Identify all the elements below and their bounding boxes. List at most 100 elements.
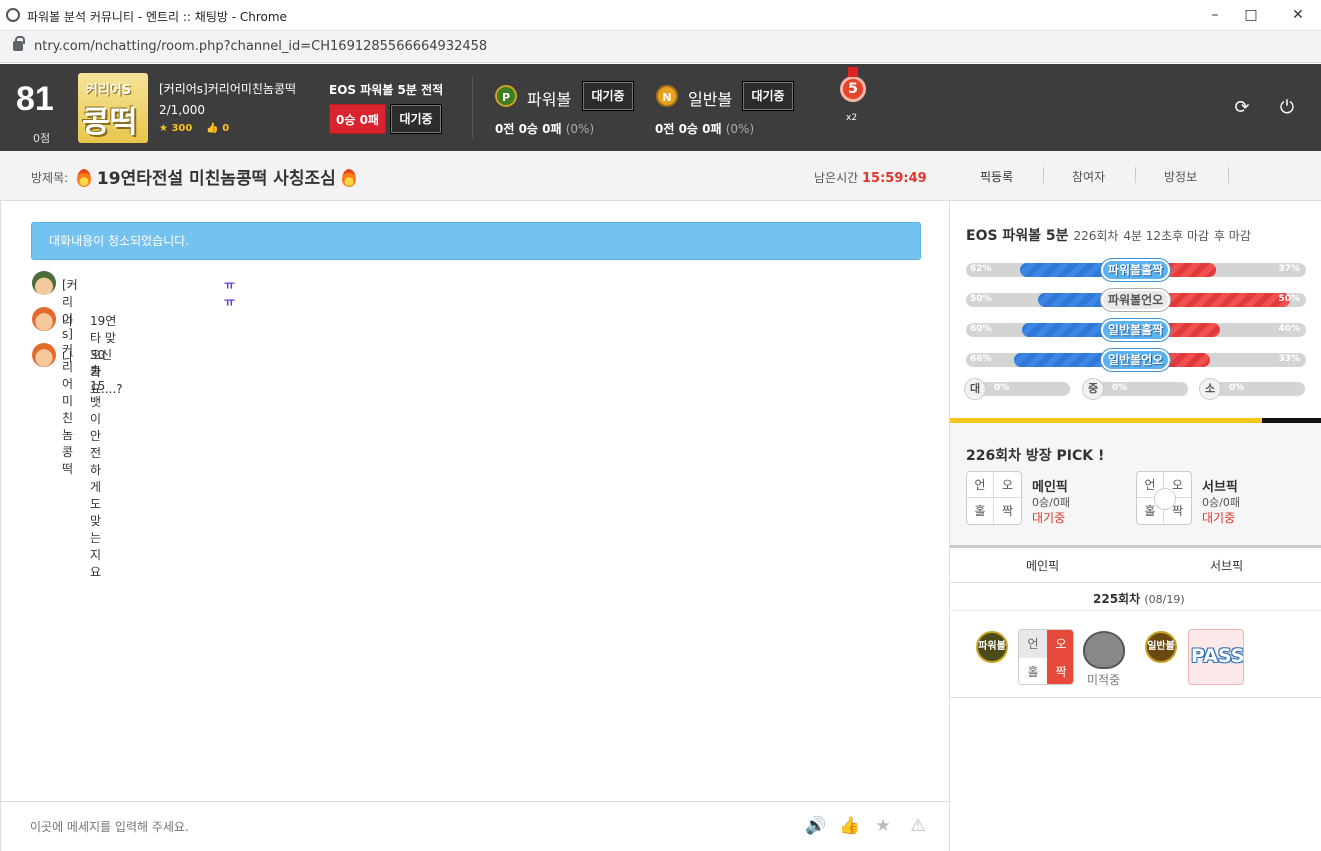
- pick-cell: 홀: [967, 498, 994, 524]
- eos-status-button[interactable]: 대기중: [390, 104, 442, 134]
- result-cell: 언: [1019, 630, 1047, 658]
- ratio-label: 파워볼언오: [1101, 289, 1171, 311]
- star-icon: ★: [159, 123, 168, 134]
- level-number: 81: [16, 80, 54, 118]
- game-title: EOS 파워볼 5분 226회차 4분 12초후 마감 후 마감: [966, 228, 1251, 244]
- ratio-right-pct: 50%: [1278, 294, 1300, 304]
- power-icon[interactable]: ⏻: [1276, 97, 1298, 119]
- result-cell: 홀: [1019, 658, 1047, 684]
- room-title: 19연타전설 미친놈콩떡 사칭조심: [77, 164, 356, 189]
- address-bar[interactable]: ntry.com/nchatting/room.php?channel_id=C…: [0, 31, 1321, 63]
- history-round: 225회차 (08/19): [1093, 592, 1185, 606]
- fire-icon: [341, 169, 356, 187]
- ratio-left-pct: 66%: [970, 354, 992, 364]
- ratio-label: 일반볼홀짝: [1101, 319, 1171, 341]
- thumbs-up-icon[interactable]: 👍: [839, 816, 860, 836]
- ratio-right-pct: 33%: [1278, 354, 1300, 364]
- powerball-icon: P: [495, 85, 517, 107]
- thumbs-up-icon: 👍: [206, 123, 219, 134]
- main-pick-record: 0승/0패: [1032, 496, 1070, 509]
- ratio-bar-powerball-underover: 50% 50% 파워볼언오: [966, 289, 1306, 311]
- chat-input[interactable]: [30, 818, 730, 836]
- mascot-icon: [1083, 631, 1125, 669]
- pick-title: 226회차 방장 PICK !: [966, 448, 1105, 464]
- like-count: 0: [222, 123, 230, 134]
- normalball-status-button[interactable]: 대기중: [742, 81, 794, 111]
- powerball-badge: 파워볼: [976, 631, 1008, 663]
- divider: [472, 76, 473, 138]
- score-label: 0점: [33, 132, 51, 145]
- room-title-text: 19연타전설 미친놈콩떡 사칭조심: [96, 169, 336, 189]
- normalball-badge: 일반볼: [1145, 631, 1177, 663]
- tab-divider: [1228, 167, 1229, 183]
- refresh-icon[interactable]: ⟳: [1231, 97, 1253, 119]
- normalball-record: 0전 0승 0패 (0%): [655, 122, 755, 136]
- pick-cell: 짝: [1001, 504, 1014, 518]
- medal-icon: 5: [840, 67, 866, 102]
- divider: [950, 582, 1321, 583]
- size-pct: 0%: [994, 383, 1010, 393]
- tab-pick-register[interactable]: 픽등록: [980, 168, 1013, 185]
- powerball-status-button[interactable]: 대기중: [582, 81, 634, 111]
- ranking: 2/1,000: [159, 103, 206, 117]
- tab-participants[interactable]: 참여자: [1072, 168, 1105, 185]
- host-pick-box: 226회차 방장 PICK ! 언 오 홀 짝 메인픽 0승/0패 대기중 언 …: [950, 423, 1321, 548]
- history-tab-sub[interactable]: 서브픽: [1210, 557, 1243, 574]
- ratio-label: 파워볼홀짝: [1101, 259, 1171, 281]
- size-bar-large: 대 0%: [964, 378, 1070, 400]
- history-tab-main[interactable]: 메인픽: [1026, 557, 1059, 574]
- ratio-right-fill: [1164, 293, 1290, 307]
- ratio-right-fill: [1168, 323, 1220, 337]
- new-user-avatar[interactable]: [32, 343, 56, 367]
- chat-notice: 대화내용이 청소되었습니다.: [31, 222, 921, 260]
- result-cell: 오: [1047, 630, 1073, 658]
- tab-room-info[interactable]: 방정보: [1164, 168, 1197, 185]
- stat-row: ★ 300 👍 0: [159, 123, 229, 134]
- medal-multiplier: x2: [846, 113, 858, 123]
- sub-pick-grid[interactable]: 언 오 홀 짝: [1136, 471, 1192, 525]
- new-user-avatar[interactable]: [32, 307, 56, 331]
- divider: [950, 610, 1321, 611]
- user-avatar[interactable]: [32, 271, 56, 295]
- maximize-icon[interactable]: □: [1241, 6, 1261, 24]
- tab-divider: [1043, 167, 1044, 183]
- profile-avatar[interactable]: 커리어S 콩떡: [78, 73, 148, 143]
- history-pass: PASS: [1188, 629, 1244, 685]
- chat-panel: 대화내용이 청소되었습니다. [커리어s]커리어미친놈콩떡 ㅠㅠ 나 19연타 …: [0, 201, 950, 801]
- star-icon[interactable]: ★: [873, 816, 893, 836]
- size-bar-medium: 중 0%: [1082, 378, 1188, 400]
- ratio-bar-powerball-oddeven: 62% 37% 파워볼홀짝: [966, 259, 1306, 281]
- ratio-left-pct: 60%: [970, 324, 992, 334]
- eos-record-label: EOS 파워볼 5분 전적: [329, 83, 444, 97]
- normalball-title: 일반볼: [688, 90, 733, 109]
- sub-pick-status: 대기중: [1202, 511, 1236, 525]
- divider: [950, 697, 1321, 698]
- alert-icon[interactable]: ⚠: [908, 816, 928, 836]
- speaker-icon[interactable]: 🔊: [805, 816, 826, 836]
- window-titlebar: 파워볼 분석 커뮤니티 - 엔트리 :: 채팅방 - Chrome – □ ✕: [0, 0, 1321, 31]
- main-pick-status: 대기중: [1032, 511, 1066, 525]
- message-author[interactable]: [커리어s]커리어미친놈콩떡: [62, 276, 78, 477]
- room-title-label: 방제목:: [31, 171, 69, 185]
- main-pick-grid[interactable]: 언 오 홀 짝: [966, 471, 1022, 525]
- ratio-right-fill: [1164, 353, 1210, 367]
- close-icon[interactable]: ✕: [1288, 6, 1308, 24]
- star-count: 300: [171, 123, 193, 134]
- pass-label: PASS: [1191, 645, 1244, 667]
- powerball-record: 0전 0승 0패 (0%): [495, 122, 595, 136]
- pick-cell: 오: [994, 472, 1021, 498]
- history-unhit: 미적중: [1087, 673, 1121, 687]
- minimize-icon[interactable]: –: [1205, 6, 1225, 24]
- sub-pick-record: 0승/0패: [1202, 496, 1240, 509]
- ratio-right-pct: 37%: [1278, 264, 1300, 274]
- ratio-bar-normalball-oddeven: 60% 40% 일반볼홀짝: [966, 319, 1306, 341]
- fire-icon: [77, 169, 91, 187]
- size-pct: 0%: [1112, 383, 1128, 393]
- history-main-result: 언 오 홀 짝: [1018, 629, 1074, 685]
- message-author[interactable]: 나: [62, 348, 73, 365]
- main-pick-name: 메인픽: [1032, 480, 1068, 495]
- size-bar-small: 소 0%: [1199, 378, 1305, 400]
- message-text: ㅠㅠ: [224, 278, 236, 309]
- message-author[interactable]: 나: [62, 312, 73, 329]
- url-text[interactable]: ntry.com/nchatting/room.php?channel_id=C…: [34, 39, 487, 54]
